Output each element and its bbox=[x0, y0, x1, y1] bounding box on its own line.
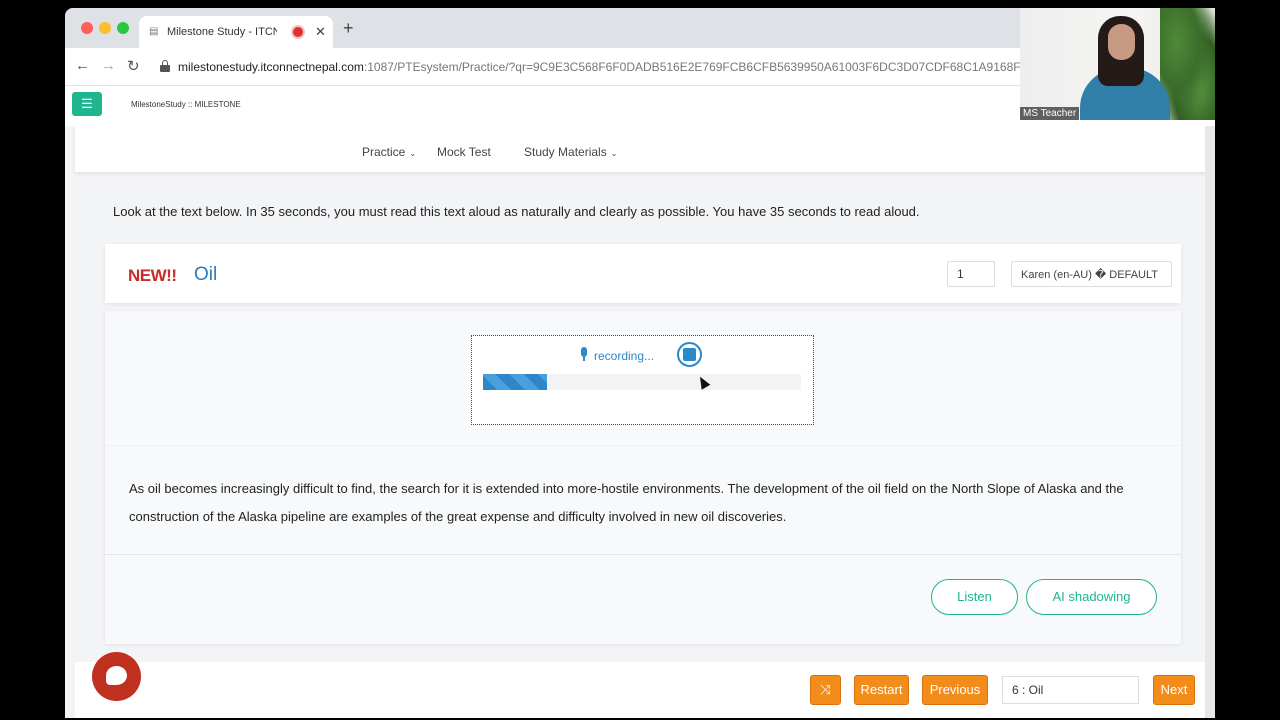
maximize-window-button[interactable] bbox=[117, 22, 129, 34]
menu-toggle-button[interactable]: ☰ bbox=[72, 92, 102, 116]
url-host: milestonestudy.itconnectnepal.com bbox=[178, 60, 364, 74]
microphone-icon bbox=[580, 347, 588, 361]
question-number-field[interactable]: 1 bbox=[947, 261, 995, 287]
minimize-window-button[interactable] bbox=[99, 22, 111, 34]
recording-progress-fill bbox=[483, 374, 547, 390]
url-field[interactable]: milestonestudy.itconnectnepal.com:1087/P… bbox=[178, 60, 1029, 74]
video-thumbnail: MS Teacher bbox=[1020, 8, 1215, 120]
recorder-panel: recording... bbox=[471, 335, 814, 425]
browser-tab[interactable]: ▤ Milestone Study - ITCN - I ✕ bbox=[139, 16, 333, 48]
restart-button[interactable]: Restart bbox=[854, 675, 909, 705]
question-body-card: recording... As oil becomes increasingly… bbox=[105, 311, 1181, 644]
main-nav: Practice ⌄ Mock Test Study Materials ⌄ bbox=[75, 126, 1205, 172]
back-button[interactable]: ← bbox=[75, 57, 90, 74]
new-tab-button[interactable]: + bbox=[343, 18, 354, 39]
url-path: :1087/PTEsystem/Practice/?qr=9C9E3C568F6… bbox=[363, 60, 1029, 74]
question-jump-field[interactable]: 6 : Oil bbox=[1002, 676, 1139, 704]
voice-select[interactable]: Karen (en-AU) � DEFAULT bbox=[1011, 261, 1172, 287]
next-button[interactable]: Next bbox=[1153, 675, 1195, 705]
close-window-button[interactable] bbox=[81, 22, 93, 34]
shuffle-button[interactable]: ⤨ bbox=[810, 675, 841, 705]
page-icon: ▤ bbox=[149, 26, 159, 37]
forward-button[interactable]: → bbox=[101, 57, 116, 74]
participant-name: MS Teacher bbox=[1020, 107, 1080, 120]
nav-item-label: Mock Test bbox=[437, 145, 491, 159]
chevron-down-icon: ⌄ bbox=[610, 149, 618, 158]
lock-icon bbox=[160, 60, 170, 72]
listen-button[interactable]: Listen bbox=[931, 579, 1018, 615]
reload-button[interactable]: ↻ bbox=[127, 57, 140, 75]
divider bbox=[105, 554, 1181, 555]
reading-passage: As oil becomes increasingly difficult to… bbox=[129, 481, 1124, 524]
nav-item-label: Study Materials bbox=[524, 145, 607, 159]
tab-title: Milestone Study - ITCN - I bbox=[167, 26, 277, 38]
stop-icon bbox=[683, 348, 696, 361]
divider bbox=[105, 445, 1181, 446]
recording-status: recording... bbox=[594, 349, 655, 363]
question-header-card: NEW!! Oil 1 Karen (en-AU) � DEFAULT bbox=[105, 244, 1181, 303]
nav-item-study-materials[interactable]: Study Materials ⌄ bbox=[524, 145, 617, 159]
ai-shadowing-button[interactable]: AI shadowing bbox=[1026, 579, 1157, 615]
previous-button[interactable]: Previous bbox=[922, 675, 988, 705]
tab-close-icon[interactable]: ✕ bbox=[315, 24, 326, 40]
recording-indicator-icon bbox=[293, 27, 303, 37]
nav-item-label: Practice bbox=[362, 145, 406, 159]
task-instruction: Look at the text below. In 35 seconds, y… bbox=[113, 204, 920, 219]
question-title: Oil bbox=[194, 264, 218, 285]
chat-bubble-icon bbox=[106, 666, 127, 685]
chat-widget-button[interactable] bbox=[92, 652, 141, 701]
new-badge: NEW!! bbox=[128, 266, 177, 285]
nav-item-mock-test[interactable]: Mock Test bbox=[437, 145, 491, 159]
recording-progress-bar bbox=[483, 374, 801, 390]
chevron-down-icon: ⌄ bbox=[409, 149, 417, 158]
stop-recording-button[interactable] bbox=[677, 342, 702, 367]
nav-item-practice[interactable]: Practice ⌄ bbox=[362, 145, 416, 159]
page-scrollbar[interactable] bbox=[1205, 126, 1215, 718]
brand-title: MilestoneStudy :: MILESTONE bbox=[131, 100, 241, 109]
